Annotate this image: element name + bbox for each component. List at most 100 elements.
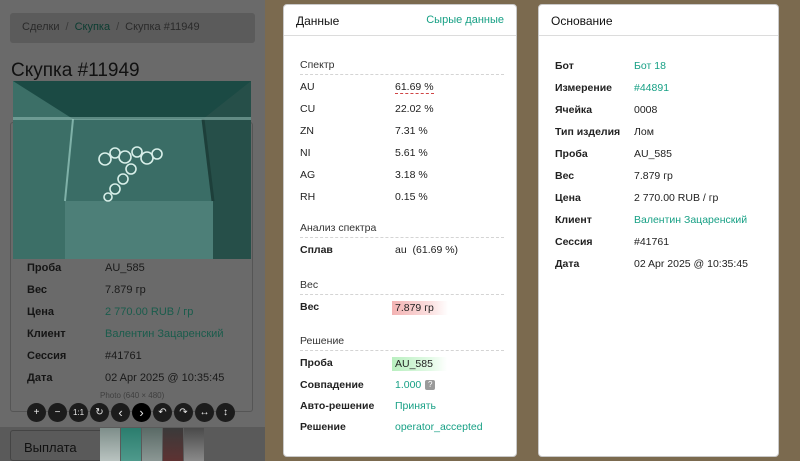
info-value-link[interactable]: 2 770.00 RUB / гр bbox=[105, 306, 193, 318]
section-divider bbox=[300, 74, 504, 75]
base-value: AU_585 bbox=[634, 148, 672, 160]
base-label: Ячейка bbox=[555, 104, 593, 116]
flip-horizontal-button[interactable]: ↔ bbox=[195, 403, 214, 422]
base-label: Проба bbox=[555, 148, 588, 160]
raw-data-link[interactable]: Сырые данные bbox=[426, 14, 504, 26]
thumbnail[interactable] bbox=[100, 428, 120, 461]
base-value: #41761 bbox=[634, 236, 670, 248]
decision-section-title: Решение bbox=[300, 335, 345, 347]
payout-button[interactable]: Выплата bbox=[10, 430, 105, 461]
analysis-section-title: Анализ спектра bbox=[300, 222, 377, 234]
match-label: Совпадение bbox=[300, 379, 364, 391]
base-label: Тип изделия bbox=[555, 126, 621, 138]
reset-button[interactable]: ↻ bbox=[90, 403, 109, 422]
auto-decision-value[interactable]: Принять bbox=[395, 400, 436, 412]
element-value: 5.61 % bbox=[395, 147, 428, 159]
product-photo[interactable] bbox=[13, 81, 251, 259]
match-value[interactable]: 1.000 bbox=[395, 379, 421, 391]
base-value: 7.879 гр bbox=[634, 170, 673, 182]
info-row-price: Цена 2 770.00 RUB / гр bbox=[27, 306, 237, 318]
element-label: NI bbox=[300, 147, 311, 159]
auto-decision-label: Авто-решение bbox=[300, 400, 375, 412]
base-value: 2 770.00 RUB / гр bbox=[634, 192, 719, 204]
base-value: Лом bbox=[634, 126, 654, 138]
flip-vertical-button[interactable]: ↕ bbox=[216, 403, 235, 422]
breadcrumb-current: Скупка #11949 bbox=[125, 21, 200, 33]
element-label: CU bbox=[300, 103, 316, 115]
base-label: Дата bbox=[555, 258, 580, 270]
client-link[interactable]: Валентин Зацаренский bbox=[634, 214, 747, 226]
info-label: Клиент bbox=[27, 328, 66, 340]
element-label: RH bbox=[300, 191, 316, 203]
info-value-link[interactable]: Валентин Зацаренский bbox=[105, 328, 223, 340]
data-card-title: Данные bbox=[296, 14, 340, 28]
base-label: Бот bbox=[555, 60, 574, 72]
info-row-date: Дата 02 Apr 2025 @ 10:35:45 bbox=[27, 372, 237, 384]
photo-thumbnails bbox=[100, 428, 210, 461]
breadcrumb-separator: / bbox=[65, 21, 69, 33]
base-label: Цена bbox=[555, 192, 581, 204]
probe-label: Проба bbox=[300, 357, 333, 369]
decision-label: Решение bbox=[300, 421, 346, 433]
breadcrumb-separator: / bbox=[116, 21, 120, 33]
section-divider bbox=[300, 294, 504, 295]
base-value: 02 Apr 2025 @ 10:35:45 bbox=[634, 258, 748, 270]
measurement-link[interactable]: #44891 bbox=[634, 82, 669, 94]
alloy-value: au (61.69 %) bbox=[395, 244, 458, 256]
weight-section-title: Вес bbox=[300, 279, 319, 291]
one-to-one-button[interactable]: 1:1 bbox=[69, 403, 88, 422]
prev-button[interactable]: ‹ bbox=[111, 403, 130, 422]
photo-image bbox=[13, 81, 251, 259]
element-value: 3.18 % bbox=[395, 169, 428, 181]
info-label: Сессия bbox=[27, 350, 67, 362]
page-title: Скупка #11949 bbox=[11, 60, 140, 81]
thumbnail[interactable] bbox=[184, 428, 204, 461]
base-card: Основание Бот Бот 18 Измерение #44891 Ячей… bbox=[538, 4, 779, 457]
match-value-group: 1.000? bbox=[395, 379, 436, 391]
zoom-in-button[interactable]: + bbox=[27, 403, 46, 422]
element-value: 0.15 % bbox=[395, 191, 428, 203]
weight-label: Вес bbox=[300, 301, 320, 313]
bot-link[interactable]: Бот 18 bbox=[634, 60, 666, 72]
photo-caption: Photo (640 × 480) bbox=[100, 391, 165, 400]
element-value: 61.69 % bbox=[395, 81, 434, 94]
info-row-client: Клиент Валентин Зацаренский bbox=[27, 328, 237, 340]
breadcrumb-purchases[interactable]: Скупка bbox=[75, 21, 111, 33]
alloy-percent: (61.69 %) bbox=[412, 244, 459, 256]
base-label: Измерение bbox=[555, 82, 613, 94]
element-label: AU bbox=[300, 81, 315, 93]
rotate-left-button[interactable]: ↶ bbox=[153, 403, 172, 422]
info-label: Проба bbox=[27, 262, 62, 274]
next-button[interactable]: › bbox=[132, 403, 151, 422]
section-divider bbox=[300, 350, 504, 351]
element-label: ZN bbox=[300, 125, 314, 137]
info-row-session: Сессия #41761 bbox=[27, 350, 237, 362]
data-card: Данные Сырые данные Спектр AU 61.69 % CU 2… bbox=[283, 4, 517, 457]
base-card-title: Основание bbox=[551, 14, 613, 28]
base-label: Сессия bbox=[555, 236, 593, 248]
decision-value[interactable]: operator_accepted bbox=[395, 421, 483, 433]
weight-value: 7.879 гр bbox=[392, 301, 448, 315]
section-divider bbox=[300, 237, 504, 238]
element-label: AG bbox=[300, 169, 316, 181]
thumbnail[interactable] bbox=[163, 428, 183, 461]
element-value: 7.31 % bbox=[395, 125, 428, 137]
info-value: 7.879 гр bbox=[105, 284, 146, 296]
left-panel: Сделки / Скупка / Скупка #11949 Скупка #1194… bbox=[0, 0, 265, 461]
base-label: Вес bbox=[555, 170, 575, 182]
rotate-right-button[interactable]: ↷ bbox=[174, 403, 193, 422]
thumbnail[interactable] bbox=[142, 428, 162, 461]
element-value: 22.02 % bbox=[395, 103, 434, 115]
alloy-label: Сплав bbox=[300, 244, 333, 256]
zoom-out-button[interactable]: − bbox=[48, 403, 67, 422]
probe-value: AU_585 bbox=[392, 357, 447, 371]
thumbnail[interactable] bbox=[121, 428, 141, 461]
base-card-header: Основание bbox=[539, 5, 778, 36]
info-row-weight: Вес 7.879 гр bbox=[27, 284, 237, 296]
help-icon[interactable]: ? bbox=[425, 380, 436, 391]
info-label: Цена bbox=[27, 306, 55, 318]
spectrum-section-title: Спектр bbox=[300, 59, 335, 71]
info-value: #41761 bbox=[105, 350, 142, 362]
breadcrumb: Сделки / Скупка / Скупка #11949 bbox=[10, 13, 255, 43]
breadcrumb-deals[interactable]: Сделки bbox=[22, 21, 60, 33]
